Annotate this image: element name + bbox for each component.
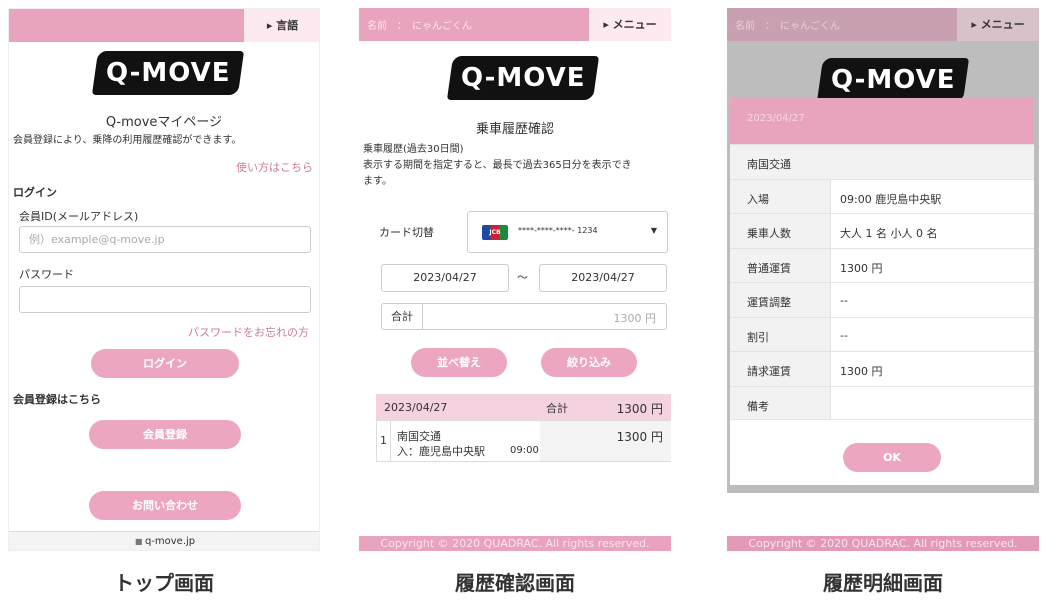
row-value: 1300 円: [840, 365, 883, 378]
forgot-password-link[interactable]: パスワードをお忘れの方: [188, 324, 309, 340]
q-move-logo: Q-MOVE: [91, 51, 245, 95]
row-key: 入場: [730, 179, 831, 213]
desc-line-1: 乗車履歴(過去30日間): [363, 144, 464, 155]
detail-row: 乗車人数 大人 1 名 小人 0 名: [730, 213, 1034, 248]
row-station: 入：鹿児島中央駅: [397, 445, 485, 458]
copyright: Copyright © 2020 QUADRAC. All rights res…: [727, 536, 1039, 551]
page-title: 乗車履歴確認: [475, 122, 554, 137]
page-title: Q-moveマイページ: [105, 115, 223, 130]
table-total-label: 合計: [546, 402, 568, 415]
top-header: ▸ 言語: [9, 9, 319, 42]
total-value: 1300 円: [613, 312, 657, 325]
row-time: 09:00: [510, 445, 539, 456]
password-input[interactable]: [19, 286, 311, 313]
caption-top: トップ画面: [114, 571, 214, 595]
row-key: 請求運賃: [730, 352, 831, 386]
card-switch-label: カード切替: [379, 226, 434, 239]
history-header: 名前 ： にゃんごくん ▸ メニュー: [359, 8, 671, 41]
sort-button[interactable]: 並べ替え: [411, 348, 507, 377]
company-row: 南国交通: [730, 144, 1034, 179]
filter-button[interactable]: 絞り込み: [541, 348, 637, 377]
logo-text: Q-MOVE: [460, 63, 586, 93]
row-key: 備考: [730, 386, 831, 419]
language-button[interactable]: ▸ 言語: [244, 9, 319, 42]
menu-button[interactable]: ▸ メニュー: [589, 8, 671, 41]
row-value: --: [840, 294, 848, 307]
detail-row: 割引 --: [730, 316, 1034, 351]
row-amount: 1300 円: [616, 430, 663, 444]
detail-screen: 名前 ： にゃんごくん ▸ メニュー Q-MOVE 2023/04/27 南国交…: [727, 8, 1039, 551]
table-date: 2023/04/27: [384, 401, 448, 414]
desc-line-3: ます。: [363, 176, 392, 187]
chevron-down-icon: ▼: [650, 226, 657, 235]
detail-row: 入場 09:00 鹿児島中央駅: [730, 178, 1034, 213]
table-total: 1300 円: [616, 402, 663, 416]
logo-text: Q-MOVE: [830, 65, 956, 95]
caption-history: 履歴確認画面: [455, 571, 575, 595]
howto-link[interactable]: 使い方はこちら: [236, 159, 313, 175]
row-key: 普通運賃: [730, 248, 831, 282]
top-screen: ▸ 言語 Q-MOVE Q-moveマイページ 会員登録により、乗降の利用履歴確…: [8, 8, 320, 551]
url-bar: ■ q-move.jp: [9, 531, 319, 550]
login-heading: ログイン: [13, 186, 57, 199]
row-amount-cell: 1300 円: [540, 421, 671, 461]
date-separator: ～: [517, 271, 528, 284]
row-key: 運賃調整: [730, 283, 831, 317]
row-value: 大人 1 名 小人 0 名: [840, 227, 938, 240]
copyright: Copyright © 2020 QUADRAC. All rights res…: [359, 536, 671, 551]
row-company: 南国交通: [397, 430, 441, 443]
detail-row: 備考: [730, 385, 1034, 420]
logo-text: Q-MOVE: [105, 58, 231, 88]
row-key: 割引: [730, 317, 831, 351]
menu-button[interactable]: ▸ メニュー: [957, 8, 1039, 41]
modal-date: 2023/04/27: [730, 98, 1034, 144]
row-number: 1: [377, 421, 391, 461]
date-from-input[interactable]: 2023/04/27: [381, 264, 509, 292]
q-move-logo: Q-MOVE: [446, 56, 600, 100]
user-name: 名前 ： にゃんごくん: [735, 21, 840, 32]
member-id-input[interactable]: 例）example@q-move.jp: [19, 226, 311, 253]
password-label: パスワード: [19, 268, 74, 281]
lock-icon: ■: [134, 537, 145, 546]
member-id-label: 会員ID(メールアドレス): [19, 210, 139, 223]
register-button[interactable]: 会員登録: [89, 420, 241, 449]
history-row[interactable]: 1 南国交通 入：鹿児島中央駅 09:00 1300 円: [376, 420, 671, 462]
caption-detail: 履歴明細画面: [823, 571, 943, 595]
jcb-icon: JCB: [482, 225, 508, 240]
date-to-input[interactable]: 2023/04/27: [539, 264, 667, 292]
row-value: --: [840, 328, 848, 342]
company-name: 南国交通: [747, 158, 791, 171]
q-move-logo: Q-MOVE: [816, 58, 970, 102]
row-value: 09:00 鹿児島中央駅: [840, 192, 942, 206]
register-heading: 会員登録はこちら: [13, 393, 101, 406]
detail-row: 請求運賃 1300 円: [730, 351, 1034, 386]
card-select[interactable]: JCB ****-****-****- 1234 ▼: [467, 211, 668, 253]
ok-button[interactable]: OK: [843, 443, 941, 472]
login-button[interactable]: ログイン: [91, 349, 239, 378]
detail-header: 名前 ： にゃんごくん ▸ メニュー: [727, 8, 1039, 41]
history-table-header: 2023/04/27 合計 1300 円: [376, 394, 671, 420]
user-name: 名前 ： にゃんごくん: [367, 21, 472, 32]
row-value: 1300 円: [840, 261, 883, 275]
contact-button[interactable]: お問い合わせ: [89, 491, 241, 520]
url-text: q-move.jp: [144, 536, 196, 547]
history-screen: 名前 ： にゃんごくん ▸ メニュー Q-MOVE 乗車履歴確認 乗車履歴(過去…: [359, 8, 671, 551]
detail-row: 運賃調整 --: [730, 282, 1034, 317]
row-key: 乗車人数: [730, 214, 831, 248]
card-number: ****-****-****- 1234: [518, 226, 598, 235]
total-box: 合計 1300 円: [381, 303, 667, 330]
detail-row: 普通運賃 1300 円: [730, 247, 1034, 282]
desc-line-2: 表示する期間を指定すると、最長で過去365日分を表示でき: [363, 160, 632, 171]
description: 会員登録により、乗降の利用履歴確認ができます。: [13, 135, 242, 146]
total-label: 合計: [382, 304, 423, 329]
detail-modal: 2023/04/27 南国交通 入場 09:00 鹿児島中央駅 乗車人数 大人 1 …: [730, 98, 1034, 485]
